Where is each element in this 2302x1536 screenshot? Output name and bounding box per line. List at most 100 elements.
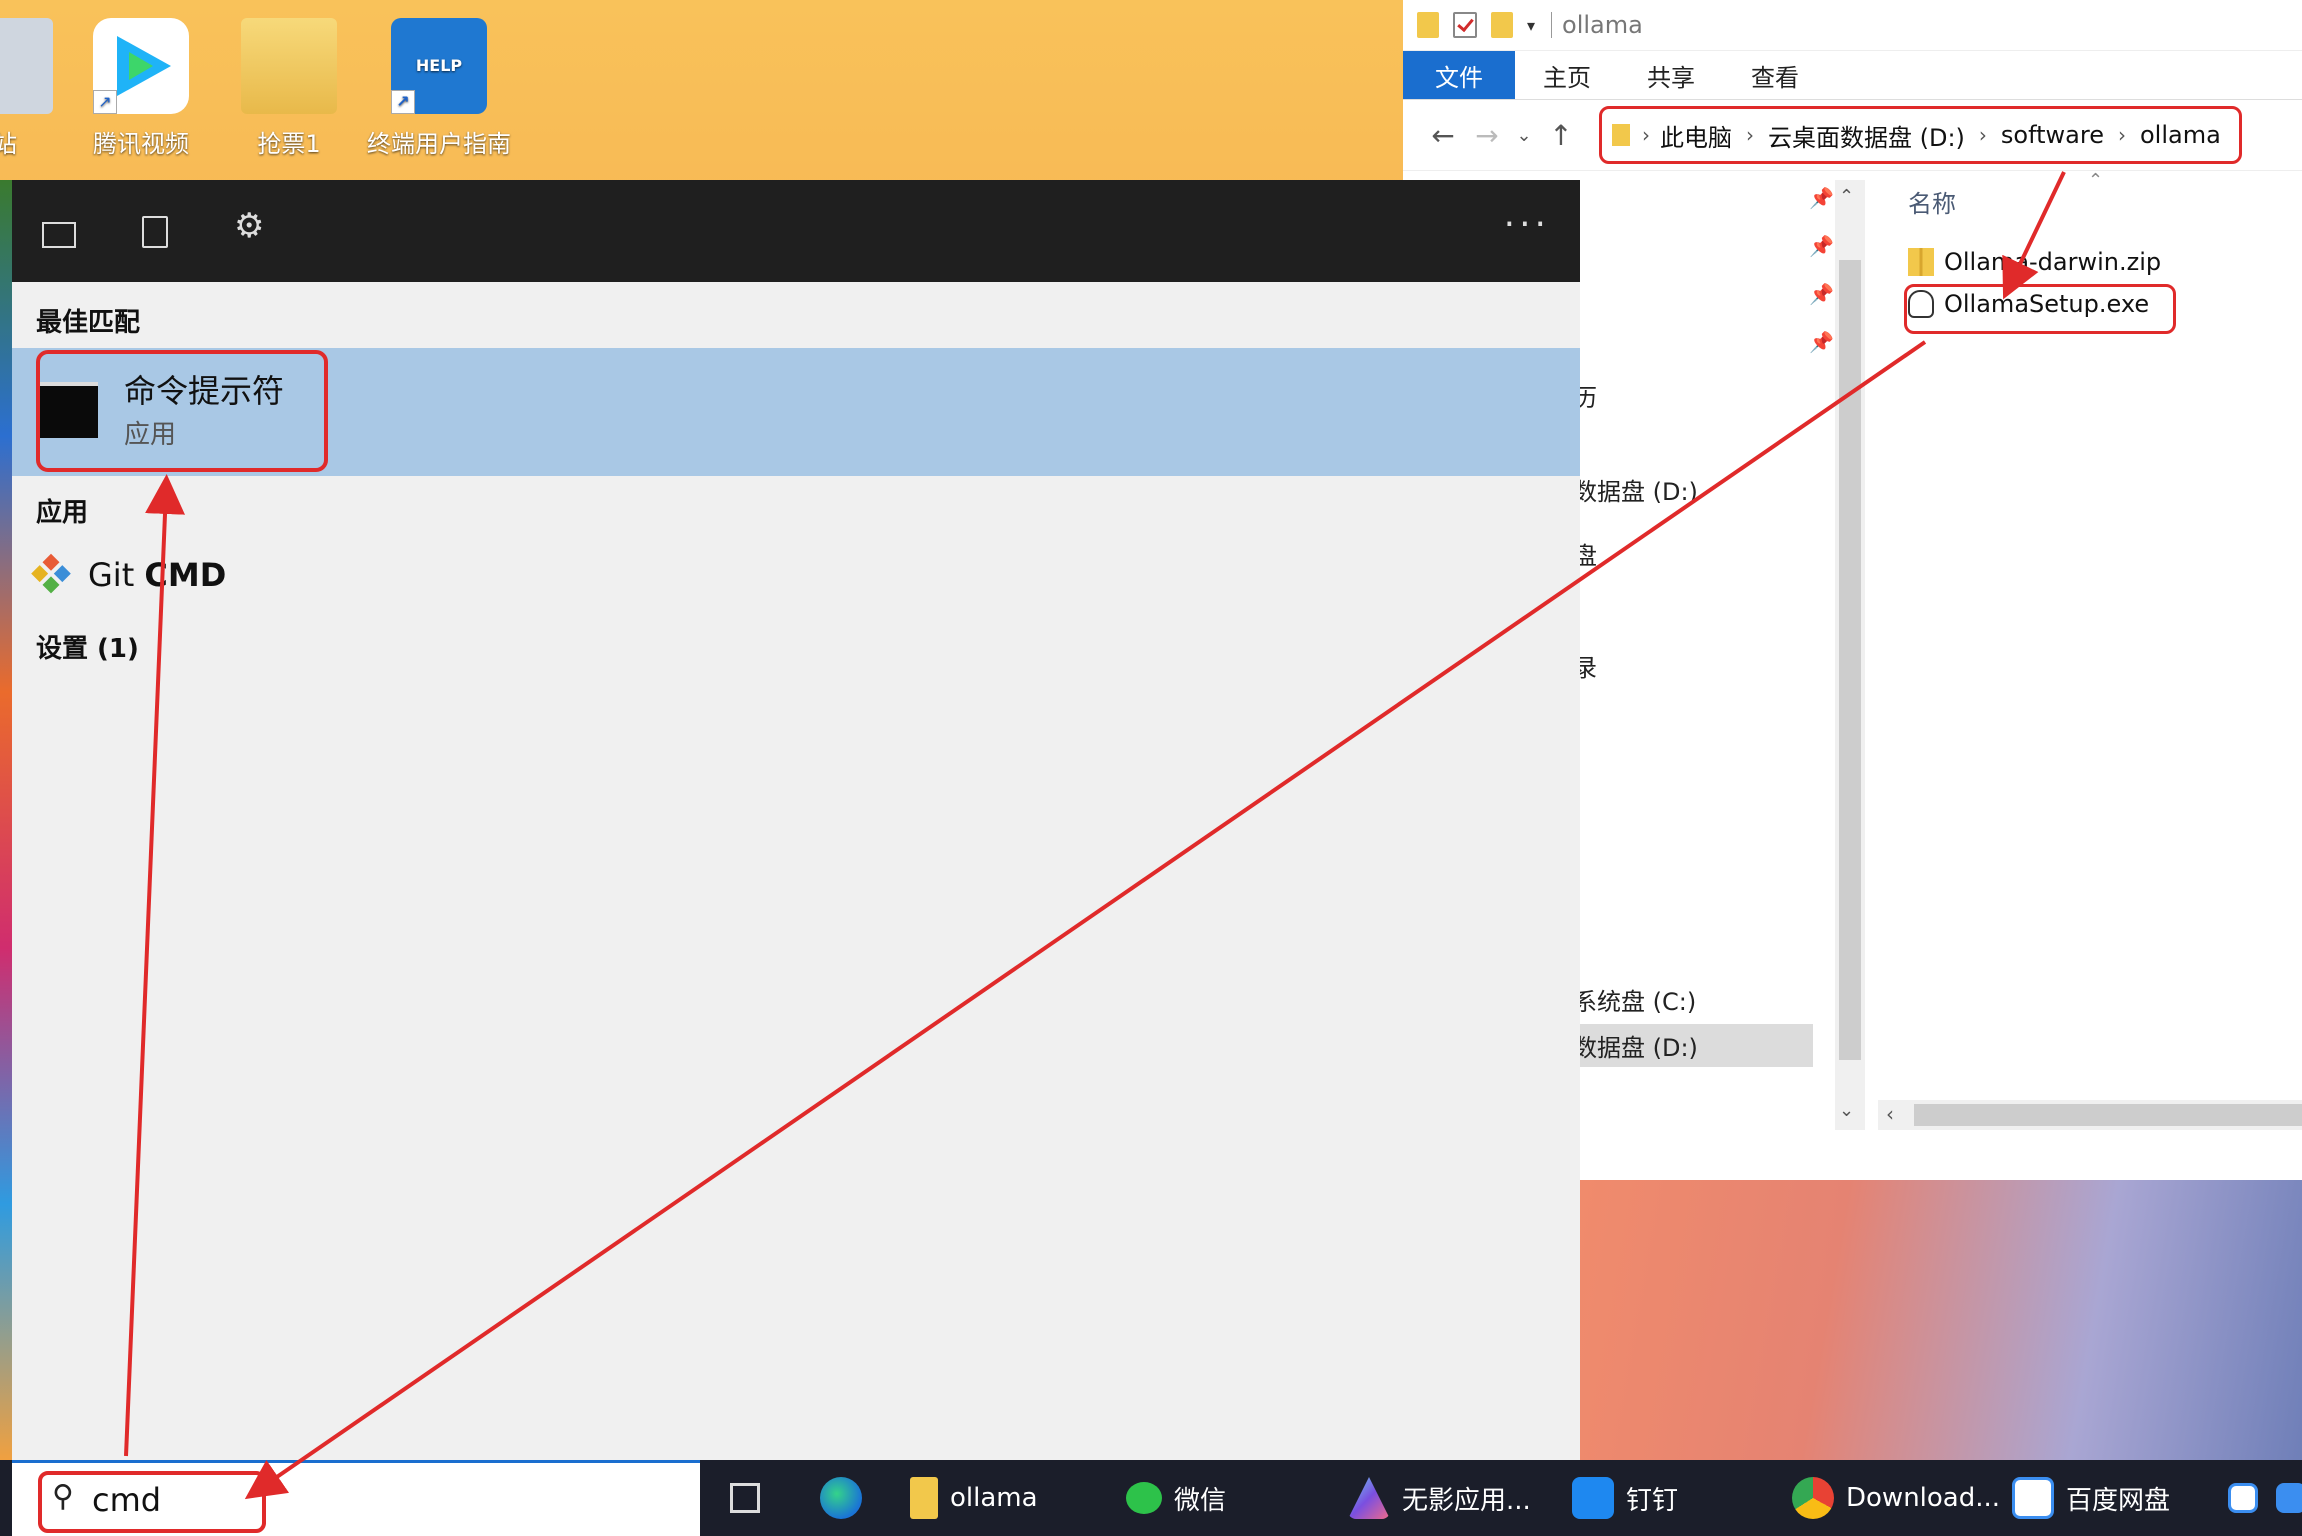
column-header-name[interactable]: 名称 — [1908, 184, 1956, 219]
recent-locations-chevron-icon[interactable]: ⌄ — [1509, 125, 1539, 146]
scroll-up-icon[interactable]: ⌃ — [1839, 186, 1854, 207]
best-match-title: 命令提示符 — [124, 372, 285, 410]
wuying-icon — [1348, 1477, 1390, 1519]
tab-file[interactable]: 文件 — [1403, 51, 1515, 99]
taskbar-item-dingtalk[interactable]: 钉钉 — [1572, 1460, 1678, 1536]
scrollbar-thumb[interactable] — [1839, 260, 1861, 1060]
address-bar[interactable]: › 此电脑 › 云桌面数据盘 (D:) › software › ollama — [1599, 106, 2242, 164]
quick-access-dropdown-icon[interactable]: ▾ — [1527, 16, 1535, 35]
baidu-netdisk-icon — [2012, 1477, 2054, 1519]
window-title: ollama — [1562, 11, 1643, 39]
back-arrow-icon[interactable]: ← — [1421, 119, 1465, 152]
folder-icon — [1417, 12, 1439, 38]
search-icon: ⚲ — [52, 1479, 74, 1514]
best-match-subtitle: 应用 — [124, 420, 177, 450]
edge-icon — [820, 1477, 862, 1519]
section-apps: 应用 — [36, 498, 89, 528]
desktop-icon-label: 抢票1 — [257, 130, 321, 158]
breadcrumb-software[interactable]: software — [2001, 121, 2104, 149]
wallpaper-gradient-area — [1580, 1180, 2302, 1460]
explorer-title-bar: ▾ ollama — [1403, 0, 2302, 51]
zip-folder-icon — [1908, 248, 1934, 276]
file-list: ⌃ 名称 Ollama-darwin.zip OllamaSetup.exe ‹ — [1878, 170, 2302, 1130]
baidu-tray-icon — [2228, 1483, 2258, 1513]
tab-home[interactable]: 主页 — [1515, 51, 1619, 99]
nav-item-data-drive[interactable]: 数据盘 (D:) — [1573, 472, 1698, 507]
breadcrumb-this-pc[interactable]: 此电脑 — [1660, 118, 1732, 153]
navigation-bar: ← → ⌄ ↑ › 此电脑 › 云桌面数据盘 (D:) › software ›… — [1403, 100, 2302, 171]
search-input[interactable]: cmd — [92, 1481, 161, 1519]
task-view-icon — [730, 1483, 760, 1513]
pin-icon[interactable]: 📌 — [1809, 282, 1834, 306]
edge-button[interactable] — [820, 1460, 874, 1536]
chevron-right-icon: › — [2118, 123, 2126, 147]
tab-view[interactable]: 查看 — [1723, 51, 1827, 99]
taskbar-item-chrome[interactable]: Download... — [1792, 1460, 2000, 1536]
help-badge: HELP — [415, 56, 463, 75]
desktop-icon-folder[interactable]: 抢票1 — [214, 18, 364, 159]
chevron-right-icon: › — [1642, 123, 1650, 147]
sort-chevron-up-icon[interactable]: ⌃ — [2088, 170, 2103, 191]
tray-icon-baidu[interactable] — [2228, 1460, 2270, 1536]
annotation-highlight-box — [1904, 284, 2176, 334]
nav-item-data-drive-d[interactable]: 数据盘 (D:) — [1573, 1024, 1813, 1067]
nav-item-system-drive-c[interactable]: 系统盘 (C:) — [1573, 982, 1696, 1017]
taskbar-item-baidu-netdisk[interactable]: 百度网盘 — [2012, 1460, 2170, 1536]
horizontal-scrollbar[interactable]: ‹ — [1878, 1100, 2302, 1130]
scroll-down-icon[interactable]: ⌄ — [1839, 1100, 1854, 1121]
command-prompt-icon — [40, 382, 98, 438]
git-icon — [30, 553, 72, 596]
breadcrumb-drive-d[interactable]: 云桌面数据盘 (D:) — [1768, 118, 1965, 153]
app-result-match: CMD — [144, 556, 227, 594]
nav-pane-scrollbar[interactable]: ⌃ ⌄ — [1835, 180, 1865, 1130]
recycle-bin-icon — [0, 18, 53, 114]
forward-arrow-icon[interactable]: → — [1465, 119, 1509, 152]
taskbar-item-wuying[interactable]: 无影应用... — [1348, 1460, 1531, 1536]
app-result-git-cmd[interactable]: Git CMD — [31, 553, 227, 594]
documents-filter-icon[interactable] — [142, 216, 168, 248]
section-best-match: 最佳匹配 — [36, 308, 141, 338]
wechat-icon — [1126, 1482, 1162, 1514]
pin-icon[interactable]: 📌 — [1809, 186, 1834, 210]
more-options-icon[interactable]: ··· — [1504, 204, 1550, 245]
taskbar-item-label: 钉钉 — [1626, 1485, 1679, 1516]
file-row[interactable]: Ollama-darwin.zip — [1908, 248, 2161, 276]
taskbar-item-ollama[interactable]: ollama — [910, 1460, 1038, 1536]
desktop-icon-label: 终端用户指南 — [367, 130, 511, 158]
ribbon-tabs: 文件 主页 共享 查看 — [1403, 51, 2302, 100]
up-arrow-icon[interactable]: ↑ — [1539, 119, 1583, 152]
taskbar-search-box[interactable]: ⚲ cmd — [12, 1460, 700, 1536]
search-panel-header: ⚙ ··· — [12, 180, 1580, 282]
taskbar-item-label: Download... — [1846, 1483, 2001, 1513]
file-row[interactable]: OllamaSetup.exe — [1904, 284, 2176, 334]
title-separator — [1551, 12, 1553, 38]
folder-icon — [241, 18, 337, 114]
folder-icon — [1612, 124, 1630, 146]
file-name: Ollama-darwin.zip — [1944, 248, 2162, 276]
shortcut-arrow-icon: ↗ — [391, 90, 415, 114]
help-book-icon: HELP ↗ — [391, 18, 487, 114]
section-settings[interactable]: 设置 (1) — [36, 628, 139, 665]
tray-icon-dingtalk[interactable] — [2276, 1460, 2302, 1536]
taskbar-item-wechat[interactable]: 微信 — [1126, 1460, 1226, 1536]
taskbar-item-label: 微信 — [1174, 1485, 1227, 1516]
new-folder-icon[interactable] — [1491, 12, 1513, 38]
gear-icon[interactable]: ⚙ — [234, 209, 266, 243]
desktop-icon-tencent-video[interactable]: ↗ 腾讯视频 — [66, 18, 216, 159]
breadcrumb-ollama[interactable]: ollama — [2140, 121, 2221, 149]
properties-check-icon[interactable] — [1453, 12, 1477, 38]
task-view-button[interactable] — [730, 1460, 772, 1536]
pin-icon[interactable]: 📌 — [1809, 330, 1834, 354]
shortcut-arrow-icon: ↗ — [93, 90, 117, 114]
pin-icon[interactable]: 📌 — [1809, 234, 1834, 258]
tab-share[interactable]: 共享 — [1619, 51, 1723, 99]
taskbar-item-label: 无影应用... — [1402, 1485, 1531, 1516]
scroll-left-icon[interactable]: ‹ — [1886, 1102, 1894, 1126]
taskbar: ⚲ cmd ollama 微信 无影应用... 钉钉 Download... 百… — [0, 1460, 2302, 1536]
scrollbar-thumb[interactable] — [1914, 1104, 2302, 1126]
desktop-icon-user-guide[interactable]: HELP ↗ 终端用户指南 — [364, 18, 514, 159]
best-match-result[interactable]: 命令提示符 应用 — [12, 348, 1580, 476]
folder-icon — [910, 1477, 938, 1519]
chrome-icon — [1792, 1477, 1834, 1519]
all-results-icon[interactable] — [42, 222, 76, 248]
